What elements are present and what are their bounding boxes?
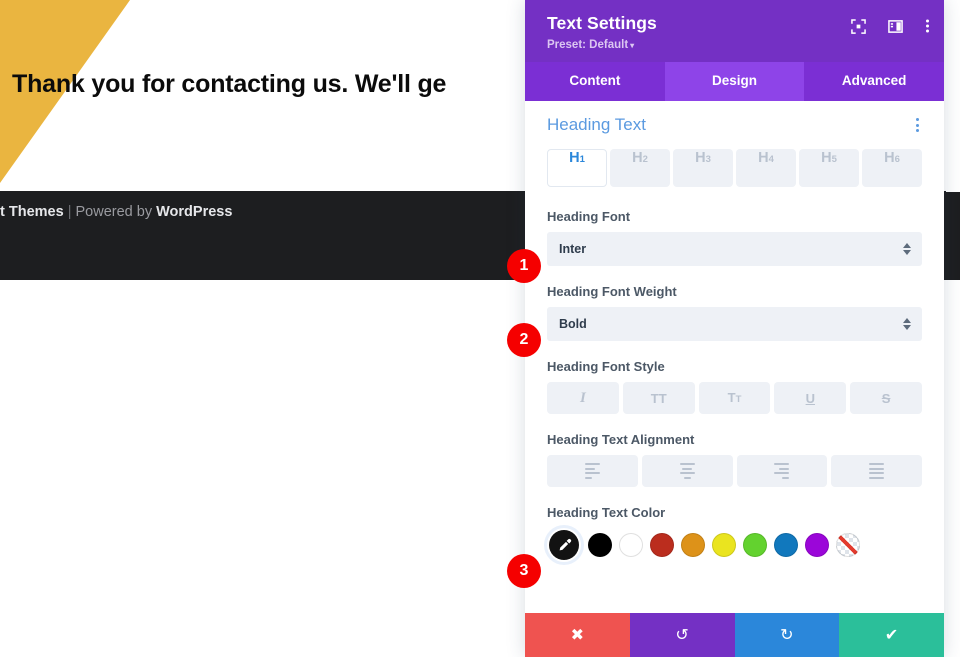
heading-level-h2-label: H	[632, 150, 643, 166]
heading-level-h5-sub: 5	[831, 154, 837, 165]
swatch-blue[interactable]	[774, 533, 798, 557]
panel-header: Text Settings Preset: Default ▾	[525, 0, 944, 62]
underline-icon: U	[805, 390, 815, 406]
save-button[interactable]: ✔	[839, 613, 944, 657]
text-alignment-buttons	[547, 455, 922, 487]
panel-action-bar: ✖ ↺ ↻ ✔	[525, 613, 944, 657]
small-caps-button[interactable]: TT	[698, 382, 771, 414]
align-center-icon	[679, 463, 695, 479]
swatch-none[interactable]	[836, 533, 860, 557]
heading-level-h3-label: H	[695, 150, 706, 166]
italic-button[interactable]: I	[547, 382, 619, 414]
footer-powered-by: Powered by	[75, 204, 153, 220]
heading-text-section-header: Heading Text	[547, 115, 922, 135]
heading-level-h1-label: H	[569, 150, 580, 166]
heading-font-label: Heading Font	[547, 209, 631, 224]
heading-level-h1-sub: 1	[579, 154, 585, 165]
align-justify-icon	[869, 463, 885, 479]
heading-level-h4[interactable]: H4	[736, 149, 796, 187]
eyedropper-icon	[549, 530, 579, 560]
align-justify-button[interactable]	[831, 455, 922, 487]
heading-font-weight-label: Heading Font Weight	[547, 284, 677, 299]
annotation-badge-2: 2	[507, 323, 541, 357]
panel-body: Heading Text H1 H2 H3 H4 H 5 H 6 Heading…	[525, 101, 944, 613]
swatch-orange[interactable]	[681, 533, 705, 557]
preset-selector[interactable]: Preset: Default ▾	[547, 39, 924, 51]
font-style-buttons: I TT TT U S	[547, 382, 922, 414]
redo-button[interactable]: ↻	[734, 613, 840, 657]
panel-tabs: Content Design Advanced	[525, 62, 945, 101]
heading-font-weight-select[interactable]: Bold	[547, 307, 922, 341]
italic-icon: I	[579, 389, 586, 406]
heading-level-h4-sub: 4	[768, 154, 774, 165]
heading-text-color-label: Heading Text Color	[547, 505, 666, 520]
uppercase-button[interactable]: TT	[622, 382, 695, 414]
text-settings-panel: Text Settings Preset: Default ▾ Content …	[525, 0, 945, 657]
heading-level-h3[interactable]: H3	[673, 149, 733, 187]
align-center-button[interactable]	[641, 455, 733, 487]
strikethrough-button[interactable]: S	[850, 382, 922, 414]
color-swatch-row	[547, 528, 922, 562]
heading-level-h2[interactable]: H2	[610, 149, 670, 187]
align-left-button[interactable]	[547, 455, 638, 487]
focus-target-icon[interactable]	[851, 18, 866, 34]
swatch-dark-red[interactable]	[650, 533, 674, 557]
undo-button[interactable]: ↺	[629, 613, 735, 657]
align-right-icon	[774, 463, 790, 479]
heading-level-h5[interactable]: H5	[799, 149, 859, 187]
heading-level-h2-sub: 2	[642, 154, 648, 165]
heading-level-h6-label: H	[884, 150, 895, 166]
swatch-green[interactable]	[743, 533, 767, 557]
tab-design[interactable]: Design	[664, 62, 805, 101]
screen: Thank you for contacting us. We'll ge t …	[0, 0, 960, 657]
section-more-options-icon[interactable]	[913, 115, 922, 135]
footer-theme-name: t Themes	[0, 204, 64, 220]
swatch-black[interactable]	[588, 533, 612, 557]
section-title: Heading Text	[547, 115, 646, 134]
heading-text-alignment-label: Heading Text Alignment	[547, 432, 695, 447]
heading-level-h6[interactable]: H6	[862, 149, 922, 187]
more-options-icon[interactable]	[925, 18, 930, 34]
layout-panel-icon[interactable]	[888, 19, 903, 34]
annotation-badge-1: 1	[507, 249, 541, 283]
heading-font-style-label: Heading Font Style	[547, 359, 665, 374]
heading-level-h6-sub: 6	[894, 154, 900, 165]
align-left-icon	[584, 463, 600, 479]
stepper-arrows-icon	[903, 243, 911, 255]
annotation-badge-3: 3	[507, 554, 541, 588]
heading-text-alignment-group: Heading Text Alignment	[547, 432, 922, 487]
heading-level-h1[interactable]: H1	[547, 149, 607, 187]
underline-button[interactable]: U	[774, 382, 847, 414]
heading-level-h4-label: H	[758, 150, 769, 166]
tab-content[interactable]: Content	[525, 62, 665, 101]
footer-separator: |	[67, 204, 72, 220]
heading-font-select[interactable]: Inter	[547, 232, 922, 266]
uppercase-icon: TT	[650, 390, 667, 406]
small-caps-icon: TT	[727, 390, 742, 406]
hero-heading: Thank you for contacting us. We'll ge	[12, 70, 447, 98]
stepper-arrows-icon	[903, 318, 911, 330]
swatch-white[interactable]	[619, 533, 643, 557]
heading-font-weight-value: Bold	[559, 317, 587, 331]
eyedropper-button[interactable]	[547, 528, 581, 562]
heading-level-h3-sub: 3	[705, 154, 711, 165]
chevron-down-icon: ▾	[630, 41, 635, 50]
footer-brand: WordPress	[156, 204, 233, 220]
tab-advanced[interactable]: Advanced	[804, 62, 945, 101]
heading-font-group: Heading Font Inter	[547, 209, 922, 266]
swatch-purple[interactable]	[805, 533, 829, 557]
strikethrough-icon: S	[881, 390, 891, 406]
swatch-yellow[interactable]	[712, 533, 736, 557]
preset-label: Preset: Default	[547, 39, 629, 51]
cancel-button[interactable]: ✖	[525, 613, 630, 657]
heading-font-style-group: Heading Font Style I TT TT U S	[547, 359, 922, 414]
panel-header-icons	[851, 18, 930, 34]
heading-level-h5-label: H	[821, 150, 832, 166]
heading-level-tabs: H1 H2 H3 H4 H5 H6	[547, 149, 922, 187]
heading-text-color-group: Heading Text Color	[547, 505, 922, 562]
align-right-button[interactable]	[736, 455, 828, 487]
footer-credit-text: t Themes | Powered by WordPress	[0, 204, 232, 220]
heading-font-weight-group: Heading Font Weight Bold	[547, 284, 922, 341]
heading-font-value: Inter	[559, 242, 587, 256]
